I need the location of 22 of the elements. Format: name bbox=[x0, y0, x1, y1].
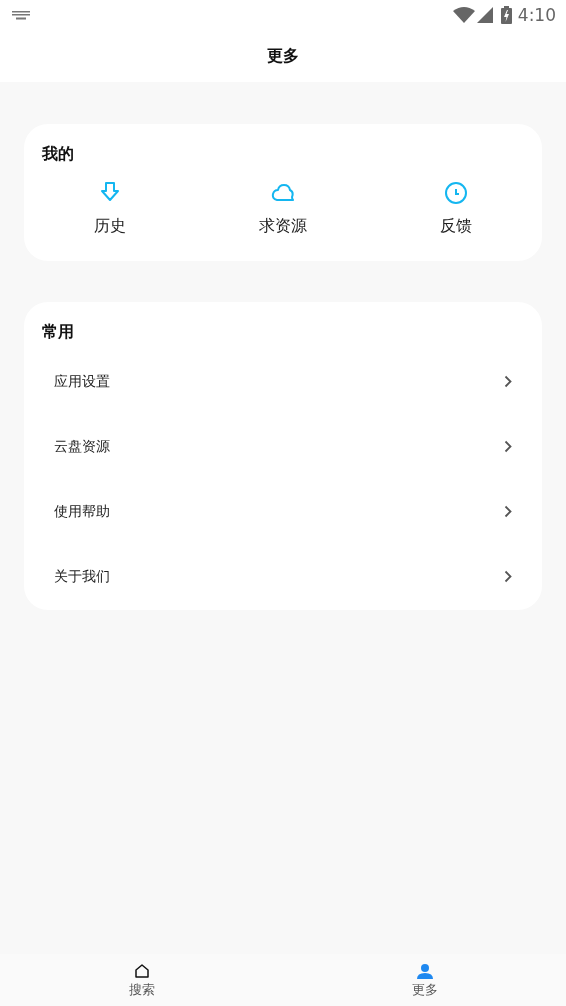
wifi-icon bbox=[452, 7, 475, 23]
chevron-right-icon bbox=[504, 570, 512, 583]
clock-time: 4:10 bbox=[517, 5, 556, 25]
chevron-right-icon bbox=[504, 505, 512, 518]
chevron-right-icon bbox=[504, 375, 512, 388]
keyboard-icon bbox=[12, 10, 30, 20]
tab[interactable]: 更多 bbox=[283, 954, 566, 1006]
clock-icon bbox=[443, 181, 468, 205]
menu-item[interactable]: 云盘资源 bbox=[24, 414, 542, 479]
tab[interactable]: 搜索 bbox=[0, 954, 283, 1006]
shortcut-label[interactable]: 历史 bbox=[94, 216, 127, 237]
chevron-right-icon bbox=[504, 440, 512, 453]
shortcut-label[interactable]: 反馈 bbox=[439, 216, 472, 237]
menu-item[interactable]: 使用帮助 bbox=[24, 479, 542, 544]
menu-item[interactable]: 关于我们 bbox=[24, 544, 542, 609]
signal-icon bbox=[476, 7, 493, 23]
shortcut-label[interactable]: 求资源 bbox=[259, 216, 307, 237]
page-title: 更多 bbox=[267, 45, 299, 67]
section-title: 我的 bbox=[42, 144, 75, 165]
battery-icon bbox=[500, 6, 512, 24]
section-title: 常用 bbox=[42, 322, 75, 343]
menu-item[interactable]: 应用设置 bbox=[24, 349, 542, 414]
